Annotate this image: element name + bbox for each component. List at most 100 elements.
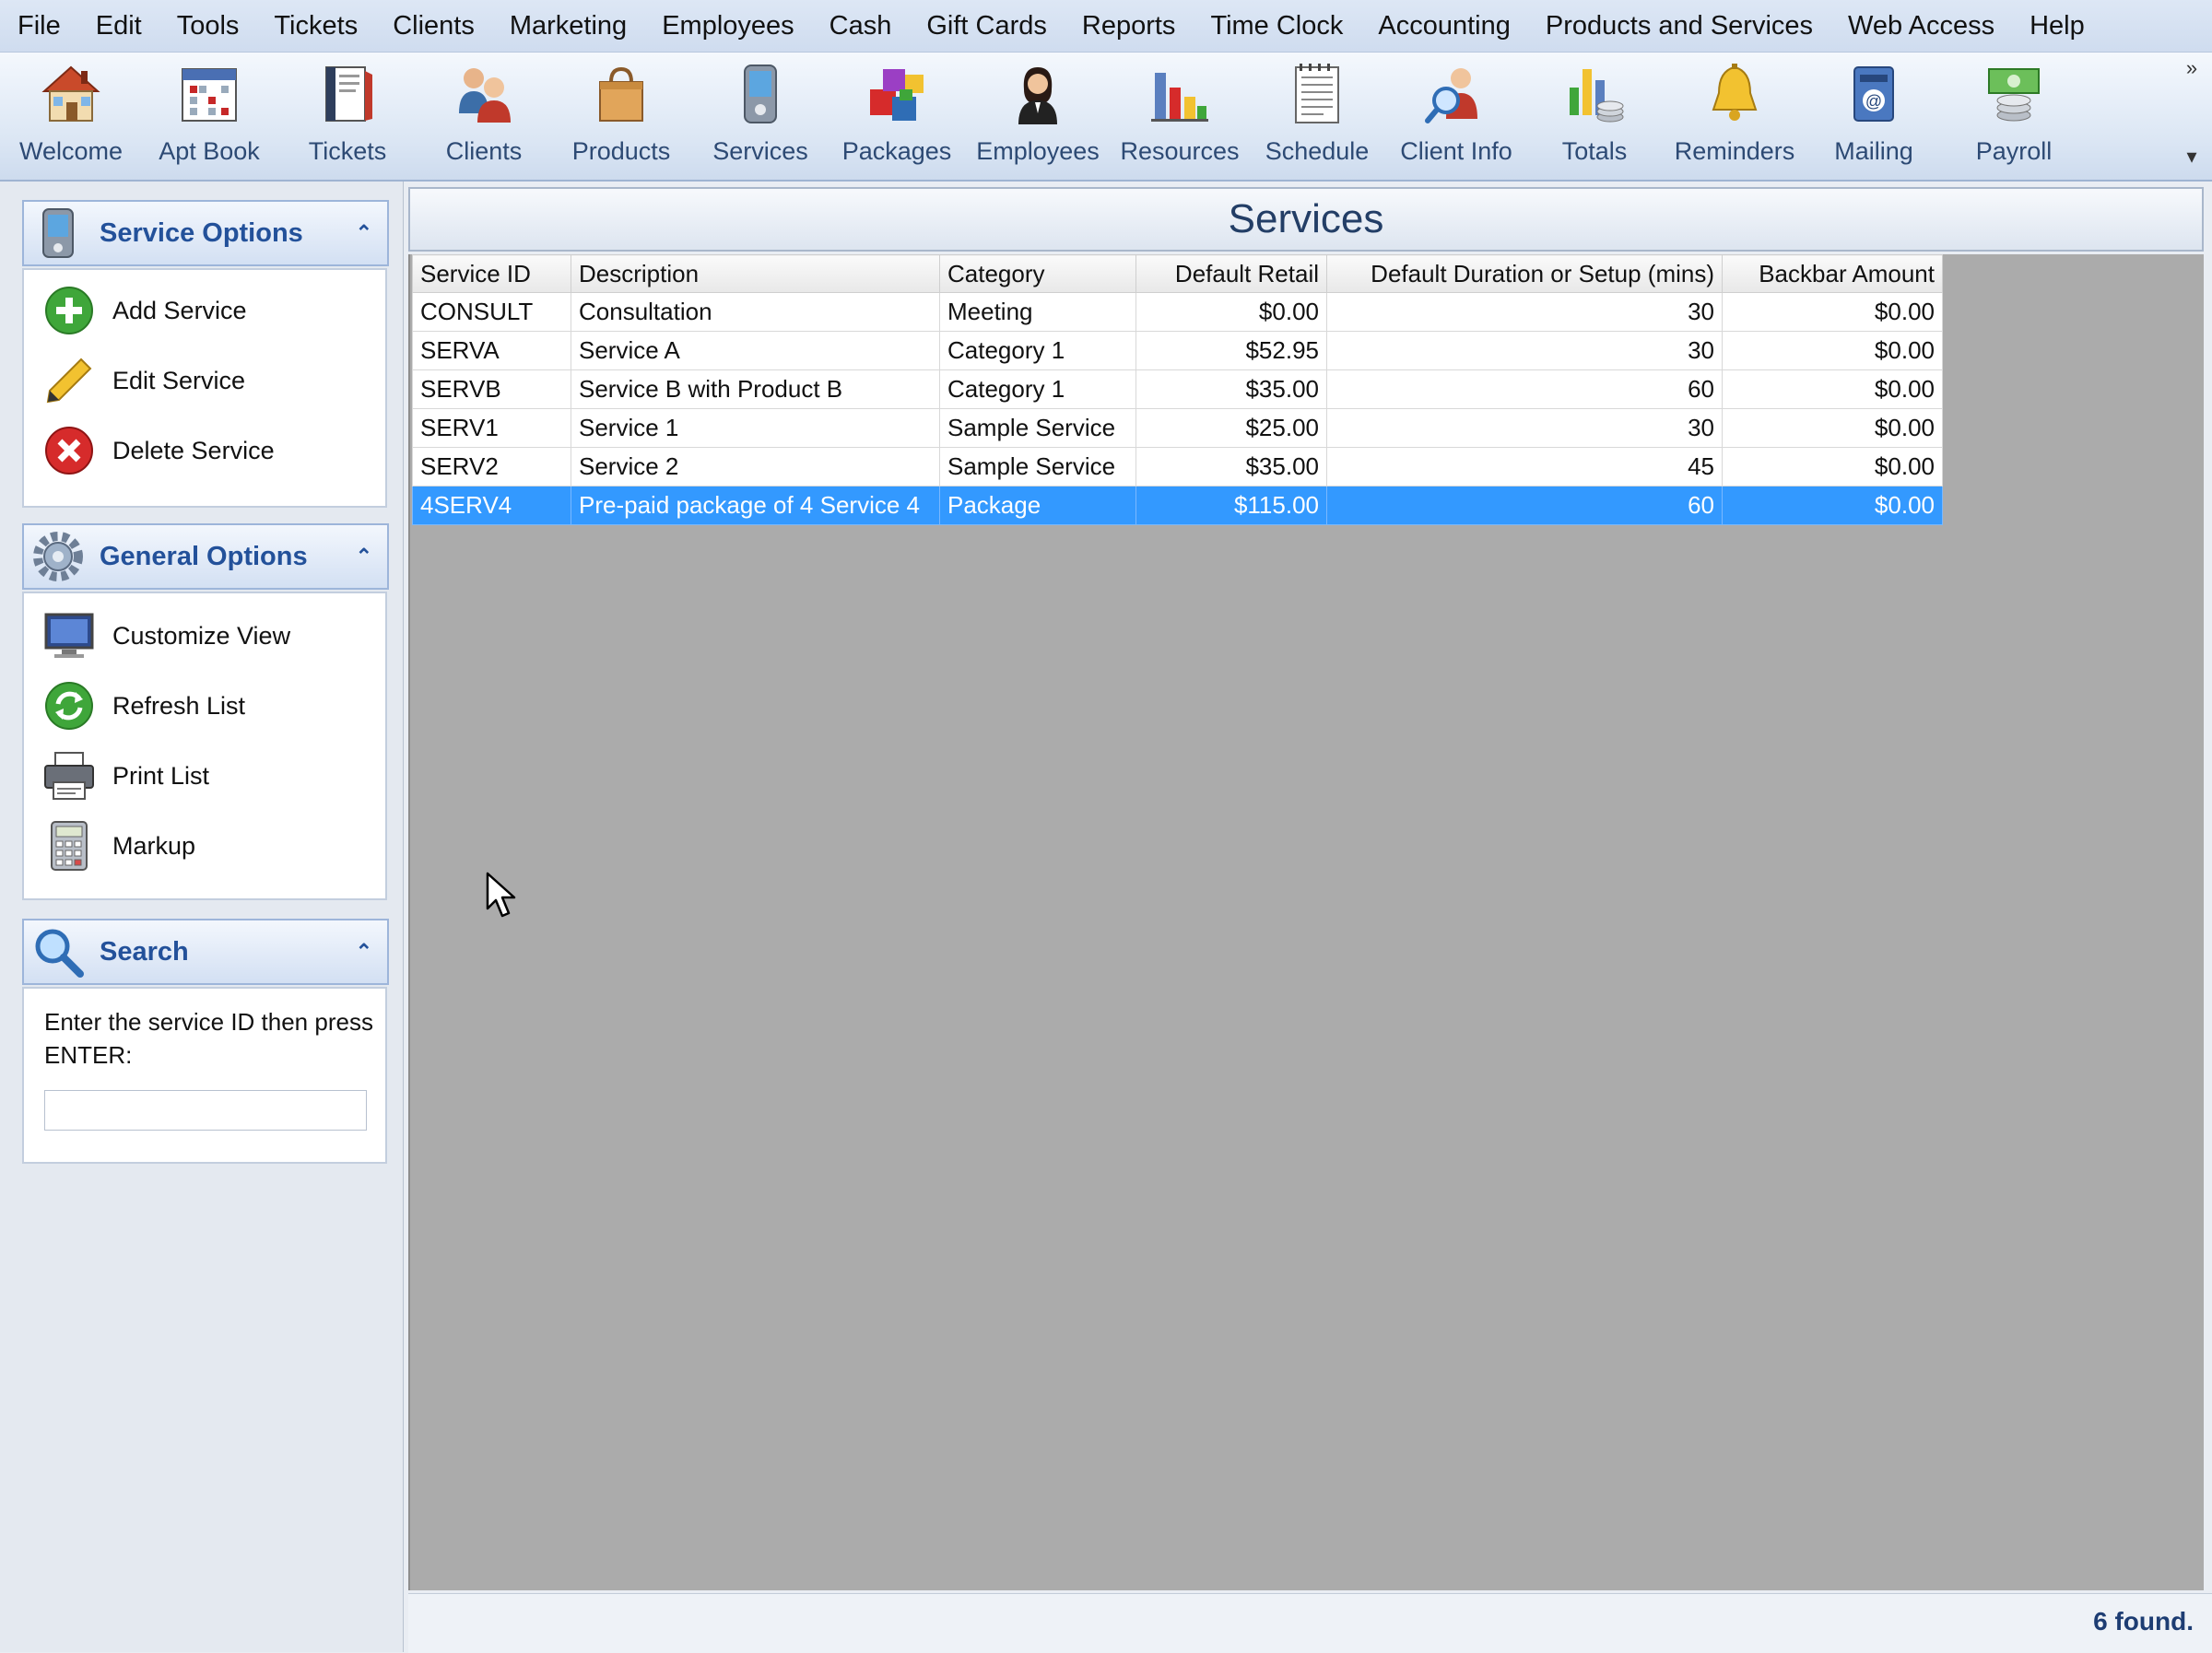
refresh-list-label: Refresh List [112, 691, 246, 720]
toolbar-tickets-button[interactable]: Tickets [283, 60, 412, 174]
column-header-default-retail[interactable]: Default Retail [1135, 254, 1327, 293]
pencil-icon [42, 354, 96, 407]
services-table: Service ID Description Category Default … [412, 254, 1943, 525]
package-blocks-icon [863, 60, 931, 128]
toolbar-label: Welcome [18, 137, 124, 165]
toolbar-label: Resources [1120, 137, 1240, 165]
calculator-icon [42, 819, 96, 873]
cell-category: Sample Service [939, 447, 1136, 487]
menu-file[interactable]: File [0, 11, 78, 41]
search-title: Search [100, 936, 189, 967]
toolbar-client-info-button[interactable]: Client Info [1392, 60, 1521, 174]
cell-default-duration: 30 [1326, 292, 1723, 332]
service-options-header[interactable]: Service Options ⌃ [22, 200, 389, 266]
menu-reports[interactable]: Reports [1065, 11, 1194, 41]
service-id-search-input[interactable] [44, 1090, 367, 1131]
column-header-backbar-amount[interactable]: Backbar Amount [1722, 254, 1943, 293]
table-row[interactable]: CONSULT Consultation Meeting $0.00 30 $0.00 [412, 292, 1943, 332]
toolbar-schedule-button[interactable]: Schedule [1253, 60, 1382, 174]
add-icon [42, 284, 96, 337]
markup-task[interactable]: Markup [42, 820, 195, 872]
table-row[interactable]: SERV2 Service 2 Sample Service $35.00 45 $0.0… [412, 447, 1943, 487]
menu-accounting[interactable]: Accounting [1360, 11, 1528, 41]
cell-service-id: CONSULT [412, 292, 571, 332]
toolbar-resources-button[interactable]: Resources [1115, 60, 1244, 174]
calendar-icon [175, 60, 243, 128]
table-row[interactable]: 4SERV4 Pre-paid package of 4 Service 4 Pac… [412, 486, 1943, 525]
menu-edit[interactable]: Edit [78, 11, 159, 41]
coins-chart-icon [1560, 60, 1629, 128]
customize-view-task[interactable]: Customize View [42, 610, 290, 662]
general-options-title: General Options [100, 541, 308, 571]
toolbar-services-button[interactable]: Services [696, 60, 825, 174]
cell-service-id: SERV1 [412, 408, 571, 448]
toolbar-clients-button[interactable]: Clients [419, 60, 548, 174]
table-header-row: Service ID Description Category Default … [412, 254, 1943, 293]
cell-backbar-amount: $0.00 [1722, 292, 1943, 332]
toolbar-label: Totals [1561, 137, 1628, 165]
collapse-icon[interactable]: ⌃ [356, 940, 372, 964]
toolbar-packages-button[interactable]: Packages [832, 60, 961, 174]
toolbar-employees-button[interactable]: Employees [973, 60, 1102, 174]
cell-category: Package [939, 486, 1136, 525]
table-row[interactable]: SERV1 Service 1 Sample Service $25.00 30 $0.0… [412, 408, 1943, 448]
menu-help[interactable]: Help [2012, 11, 2102, 41]
cell-service-id: SERV2 [412, 447, 571, 487]
toolbar-apt-book-button[interactable]: Apt Book [145, 60, 274, 174]
table-row[interactable]: SERVB Service B with Product B Category 1 $… [412, 369, 1943, 409]
toolbar-reminders-button[interactable]: Reminders [1670, 60, 1799, 174]
menu-products-and-services[interactable]: Products and Services [1528, 11, 1830, 41]
delete-service-task[interactable]: Delete Service [42, 425, 275, 476]
toolbar-overflow-icon[interactable]: » [2181, 56, 2203, 80]
menu-clients[interactable]: Clients [375, 11, 492, 41]
menu-tools[interactable]: Tools [159, 11, 257, 41]
toolbar-label: Employees [976, 137, 1100, 165]
toolbar-label: Products [571, 137, 671, 165]
menu-employees[interactable]: Employees [644, 11, 811, 41]
search-header[interactable]: Search ⌃ [22, 919, 389, 985]
cell-default-retail: $115.00 [1135, 486, 1327, 525]
cell-backbar-amount: $0.00 [1722, 486, 1943, 525]
toolbar-welcome-button[interactable]: Welcome [6, 60, 135, 174]
toolbar-mailing-button[interactable]: @ Mailing [1809, 60, 1938, 174]
delete-icon [42, 424, 96, 477]
toolbar-products-button[interactable]: Products [557, 60, 686, 174]
refresh-list-task[interactable]: Refresh List [42, 680, 245, 732]
column-header-description[interactable]: Description [571, 254, 940, 293]
mouse-cursor-icon [486, 872, 516, 918]
task-pane: Service Options ⌃ Add Service Edit Servi… [0, 182, 404, 1652]
general-options-header[interactable]: General Options ⌃ [22, 523, 389, 590]
edit-service-label: Edit Service [112, 366, 246, 394]
menu-time-clock[interactable]: Time Clock [1193, 11, 1360, 41]
collapse-icon[interactable]: ⌃ [356, 221, 372, 245]
edit-service-task[interactable]: Edit Service [42, 355, 245, 406]
column-header-category[interactable]: Category [939, 254, 1136, 293]
service-options-title: Service Options [100, 217, 303, 248]
menu-web-access[interactable]: Web Access [1830, 11, 2012, 41]
cell-description: Consultation [571, 292, 940, 332]
cell-backbar-amount: $0.00 [1722, 331, 1943, 370]
column-header-default-duration[interactable]: Default Duration or Setup (mins) [1326, 254, 1723, 293]
cell-default-duration: 60 [1326, 369, 1723, 409]
pda-icon [31, 206, 85, 260]
refresh-icon [42, 679, 96, 733]
print-list-task[interactable]: Print List [42, 750, 209, 802]
toolbar-label: Clients [445, 137, 523, 165]
collapse-icon[interactable]: ⌃ [356, 545, 372, 569]
column-header-service-id[interactable]: Service ID [412, 254, 571, 293]
menu-marketing[interactable]: Marketing [492, 11, 644, 41]
toolbar-options-icon[interactable]: ▾ [2181, 145, 2203, 169]
toolbar-payroll-button[interactable]: Payroll [1949, 60, 2078, 174]
markup-label: Markup [112, 831, 196, 860]
table-row[interactable]: SERVA Service A Category 1 $52.95 30 $0.00 [412, 331, 1943, 370]
menu-tickets[interactable]: Tickets [256, 11, 375, 41]
toolbar-label: Tickets [308, 137, 387, 165]
ticket-book-icon [313, 60, 382, 128]
toolbar-totals-button[interactable]: Totals [1530, 60, 1659, 174]
add-service-task[interactable]: Add Service [42, 285, 247, 336]
menu-cash[interactable]: Cash [812, 11, 910, 41]
add-service-label: Add Service [112, 296, 247, 324]
menu-gift-cards[interactable]: Gift Cards [909, 11, 1065, 41]
customize-view-label: Customize View [112, 621, 291, 650]
gear-icon [31, 530, 85, 583]
